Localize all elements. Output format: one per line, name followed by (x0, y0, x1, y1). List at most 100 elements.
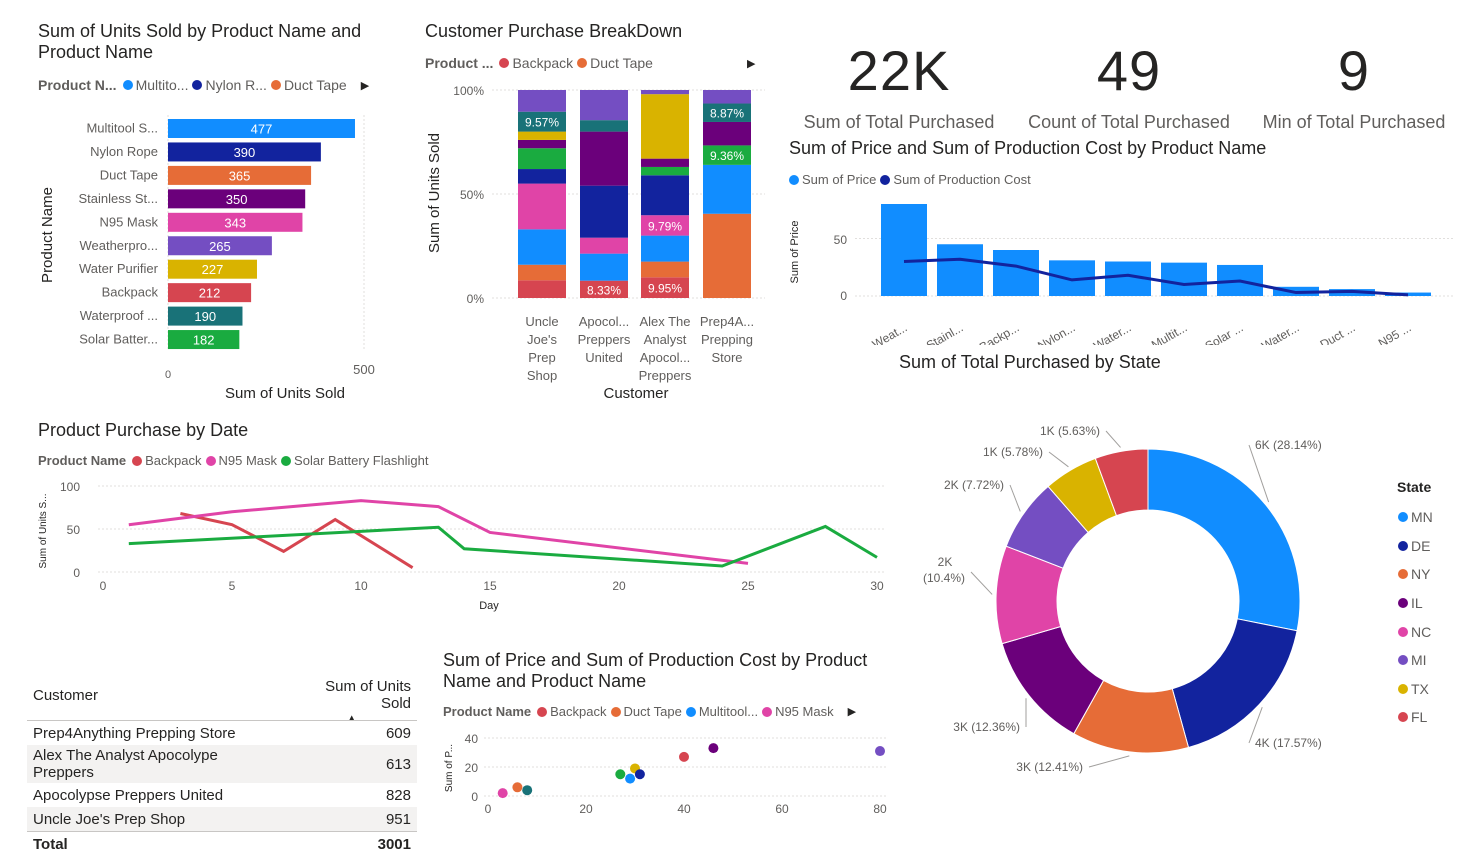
scatter-point[interactable] (679, 752, 689, 762)
bar-category-label: Stainless St... (79, 191, 158, 206)
legend-item-multitool[interactable]: Multito... (123, 77, 189, 93)
state-legend-label: MN (1411, 509, 1433, 525)
cell-customer: Uncle Joe's Prep Shop (27, 807, 286, 832)
scatter-point[interactable] (512, 782, 522, 792)
price-bar[interactable] (881, 204, 927, 296)
stack-segment[interactable] (518, 132, 566, 140)
column-header-customer[interactable]: Customer (27, 676, 286, 721)
stack-segment[interactable] (580, 132, 628, 186)
legend-next-chevron-icon[interactable]: ▶ (848, 705, 856, 718)
customer-category-label: Preppers (639, 368, 692, 383)
bar-category-label: Multitool S... (86, 121, 158, 136)
scatter-point[interactable] (625, 774, 635, 784)
stack-segment[interactable] (703, 122, 751, 145)
legend-dot-icon (271, 80, 281, 90)
stack-segment[interactable] (518, 148, 566, 169)
series-line-backpack[interactable] (180, 514, 412, 568)
bar-value-label: 265 (209, 239, 231, 254)
legend-label: Product Name (38, 453, 126, 468)
table-row[interactable]: Uncle Joe's Prep Shop951 (27, 807, 417, 832)
legend-next-chevron-icon[interactable]: ▶ (747, 57, 755, 70)
stack-segment[interactable] (641, 90, 689, 94)
date-xtick: 10 (354, 579, 368, 593)
legend-item-n95-mask[interactable]: N95 Mask (762, 704, 834, 719)
scatter-point[interactable] (635, 769, 645, 779)
legend-dot-icon (499, 58, 509, 68)
scatter-point[interactable] (522, 785, 532, 795)
stack-segment[interactable] (703, 214, 751, 298)
stack-segment[interactable] (580, 254, 628, 281)
legend-item-backpack[interactable]: Backpack (537, 704, 606, 719)
legend-item-backpack[interactable]: Backpack (132, 453, 201, 468)
column-header-units[interactable]: Sum of Units Sold ▲ (286, 676, 417, 721)
stack-segment[interactable] (518, 90, 566, 112)
table-row[interactable]: Alex The Analyst Apocolype Preppers613 (27, 745, 417, 783)
stack-segment[interactable] (703, 90, 751, 104)
stack-segment[interactable] (641, 167, 689, 175)
stack-segment[interactable] (518, 169, 566, 184)
donut-slice[interactable] (1148, 449, 1300, 631)
state-legend-item-il[interactable]: IL (1398, 589, 1433, 618)
customer-category-label: Preppers (578, 332, 631, 347)
stack-segment[interactable] (518, 265, 566, 281)
stack-segment[interactable] (580, 90, 628, 120)
customer-category-label: Shop (527, 368, 557, 383)
state-legend-item-fl[interactable]: FL (1398, 703, 1433, 732)
stack-segment[interactable] (641, 94, 689, 158)
legend-item-backpack[interactable]: Backpack (499, 55, 573, 71)
legend-next-chevron-icon[interactable]: ▶ (361, 79, 369, 92)
stack-segment[interactable] (703, 165, 751, 214)
scatter-point[interactable] (615, 769, 625, 779)
price-bar[interactable] (1161, 263, 1207, 296)
legend-item-solar-battery-flashlight[interactable]: Solar Battery Flashlight (281, 453, 428, 468)
stack-segment[interactable] (580, 238, 628, 254)
stack-segment[interactable] (518, 184, 566, 230)
stack-segment[interactable] (580, 186, 628, 238)
state-legend-item-mi[interactable]: MI (1398, 646, 1433, 675)
price-bar[interactable] (993, 250, 1039, 296)
donut-slice-label: 1K (5.63%) (1040, 424, 1100, 438)
legend-item-sum-of-price[interactable]: Sum of Price (789, 172, 876, 187)
scatter-point[interactable] (498, 788, 508, 798)
legend-dot-icon (1398, 512, 1408, 522)
table-row[interactable]: Prep4Anything Prepping Store609 (27, 721, 417, 746)
cell-units: 613 (286, 745, 417, 783)
state-legend-item-ny[interactable]: NY (1398, 560, 1433, 589)
state-legend-item-de[interactable]: DE (1398, 532, 1433, 561)
legend-item-sum-of-production-cost[interactable]: Sum of Production Cost (880, 172, 1030, 187)
stack-segment[interactable] (580, 120, 628, 131)
table-row[interactable]: Apocolypse Preppers United828 (27, 783, 417, 807)
legend-item-duct-tape[interactable]: Duct Tape (611, 704, 682, 719)
scatter-point[interactable] (708, 743, 718, 753)
state-legend-item-tx[interactable]: TX (1398, 675, 1433, 704)
stack-segment[interactable] (518, 229, 566, 264)
legend-item-nylon[interactable]: Nylon R... (192, 77, 266, 93)
stack-segment[interactable] (641, 236, 689, 262)
donut-slice-label: 2K (938, 555, 953, 569)
legend-item-n95-mask[interactable]: N95 Mask (206, 453, 278, 468)
stack-segment[interactable] (641, 159, 689, 167)
price-category-label: Water... (1091, 320, 1133, 345)
legend-item-label: Sum of Price (802, 172, 876, 187)
scatter-point[interactable] (875, 746, 885, 756)
legend-item-label: Duct Tape (624, 704, 682, 719)
state-legend-item-nc[interactable]: NC (1398, 617, 1433, 646)
sort-ascending-icon[interactable]: ▲ (286, 713, 417, 722)
price-bar[interactable] (937, 244, 983, 296)
kpi-sum-total-label: Sum of Total Purchased (779, 112, 1019, 133)
stack-segment[interactable] (641, 175, 689, 215)
series-line-n95-mask[interactable] (129, 501, 748, 564)
legend-item-duct-tape[interactable]: Duct Tape (271, 77, 347, 93)
stack-segment[interactable] (518, 280, 566, 298)
bar-value-label: 350 (226, 192, 248, 207)
state-legend-item-mn[interactable]: MN (1398, 503, 1433, 532)
stack-segment[interactable] (518, 140, 566, 148)
legend-dot-icon (611, 707, 621, 717)
donut-slice[interactable] (1172, 619, 1297, 748)
breakdown-ytick: 0% (467, 292, 485, 306)
legend-item-duct-tape[interactable]: Duct Tape (577, 55, 653, 71)
series-line-solar-battery-flashlight[interactable] (129, 526, 877, 566)
legend-item-multitool[interactable]: Multitool... (686, 704, 758, 719)
donut-leader-line (1089, 756, 1129, 767)
stack-segment[interactable] (641, 262, 689, 278)
